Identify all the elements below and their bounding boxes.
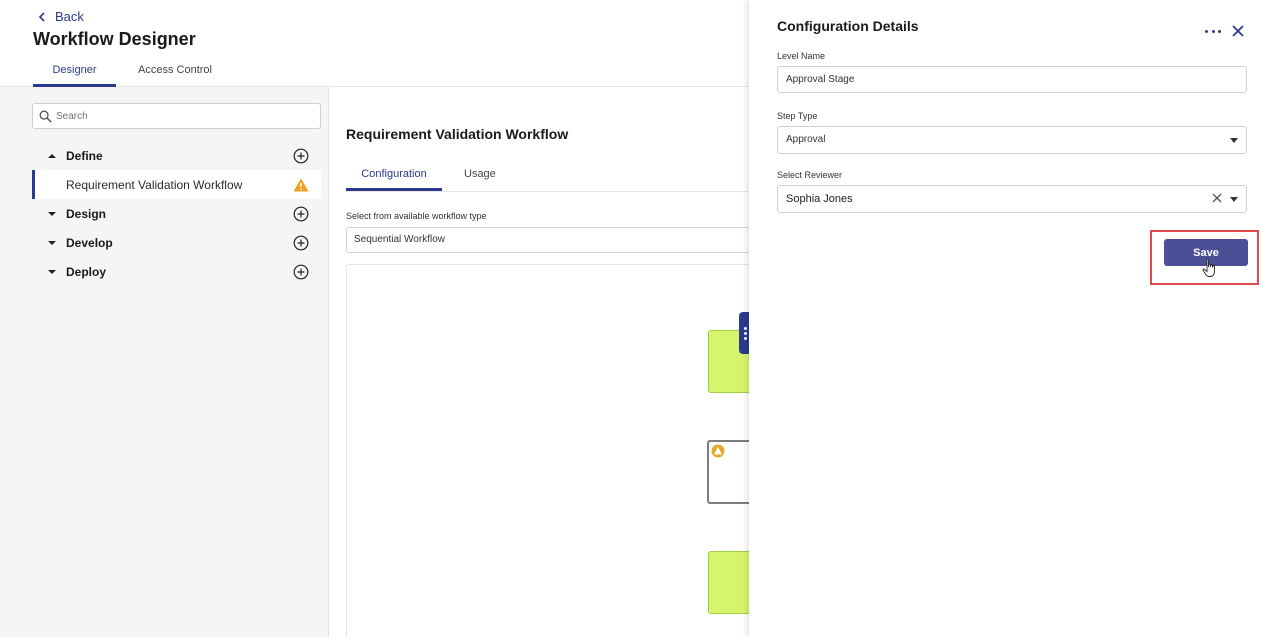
add-circle-icon[interactable] (293, 148, 309, 164)
tree-item-define[interactable]: Define (32, 141, 321, 170)
tree-item-deploy[interactable]: Deploy (32, 257, 321, 286)
warning-icon (711, 444, 725, 458)
chevron-down-icon[interactable] (1230, 197, 1238, 202)
tab-configuration[interactable]: Configuration (346, 163, 442, 191)
caret-down-icon[interactable] (48, 268, 56, 276)
reviewer-select[interactable]: Sophia Jones (777, 185, 1247, 213)
sidebar: Define Requirement Validation Workflow D… (0, 87, 329, 637)
search-icon (39, 110, 52, 123)
caret-up-icon[interactable] (48, 152, 56, 160)
tree-item-label: Develop (66, 235, 113, 250)
chevron-down-icon[interactable] (1230, 138, 1238, 143)
level-name-label: Level Name (777, 51, 826, 61)
add-circle-icon[interactable] (293, 264, 309, 280)
add-circle-icon[interactable] (293, 235, 309, 251)
level-name-input[interactable]: Approval Stage (777, 66, 1247, 93)
tree-item-develop[interactable]: Develop (32, 228, 321, 257)
main-content: Requirement Validation Workflow Configur… (330, 87, 750, 637)
workflow-type-label: Select from available workflow type (346, 211, 487, 221)
step-type-select[interactable]: Approval (777, 126, 1247, 154)
hand-pointer-icon (1202, 258, 1215, 277)
tree-item-label: Define (66, 148, 103, 163)
reviewer-label: Select Reviewer (777, 170, 843, 180)
clear-icon[interactable] (1212, 193, 1222, 203)
step-type-label: Step Type (777, 111, 818, 121)
tree-item-label: Design (66, 206, 107, 221)
back-label: Back (55, 9, 84, 24)
top-tabs: Designer Access Control (33, 60, 228, 87)
tab-access-control[interactable]: Access Control (122, 60, 228, 87)
back-link[interactable]: Back (37, 9, 84, 24)
tab-divider (346, 191, 750, 192)
add-circle-icon[interactable] (293, 206, 309, 222)
caret-down-icon[interactable] (48, 210, 56, 218)
page-title: Workflow Designer (33, 29, 196, 49)
chevron-left-icon (38, 11, 45, 22)
configuration-drawer: Configuration Details Level Name Approva… (749, 0, 1280, 637)
caret-down-icon[interactable] (48, 239, 56, 247)
workflow-canvas[interactable] (346, 264, 750, 637)
phase-tree: Define Requirement Validation Workflow D… (32, 141, 321, 286)
tab-usage[interactable]: Usage (464, 163, 496, 191)
main-tabs: Configuration Usage (346, 163, 496, 191)
tree-item-label: Requirement Validation Workflow (66, 177, 243, 192)
step-type-value: Approval (786, 134, 826, 145)
reviewer-value: Sophia Jones (786, 193, 853, 205)
warning-icon (293, 178, 309, 191)
workflow-title: Requirement Validation Workflow (346, 126, 569, 142)
tab-designer[interactable]: Designer (33, 60, 116, 87)
workflow-node-warning[interactable] (707, 440, 749, 504)
drawer-title: Configuration Details (777, 18, 919, 34)
search-input[interactable] (56, 110, 296, 122)
tree-item-requirement-validation-workflow[interactable]: Requirement Validation Workflow (32, 170, 321, 199)
workflow-node[interactable] (708, 551, 749, 614)
tree-item-label: Deploy (66, 264, 107, 279)
tree-item-design[interactable]: Design (32, 199, 321, 228)
workflow-type-select[interactable]: Sequential Workflow (346, 227, 750, 253)
close-icon[interactable] (1231, 24, 1245, 38)
search-box[interactable] (32, 103, 321, 129)
more-options-icon[interactable] (1205, 24, 1221, 38)
